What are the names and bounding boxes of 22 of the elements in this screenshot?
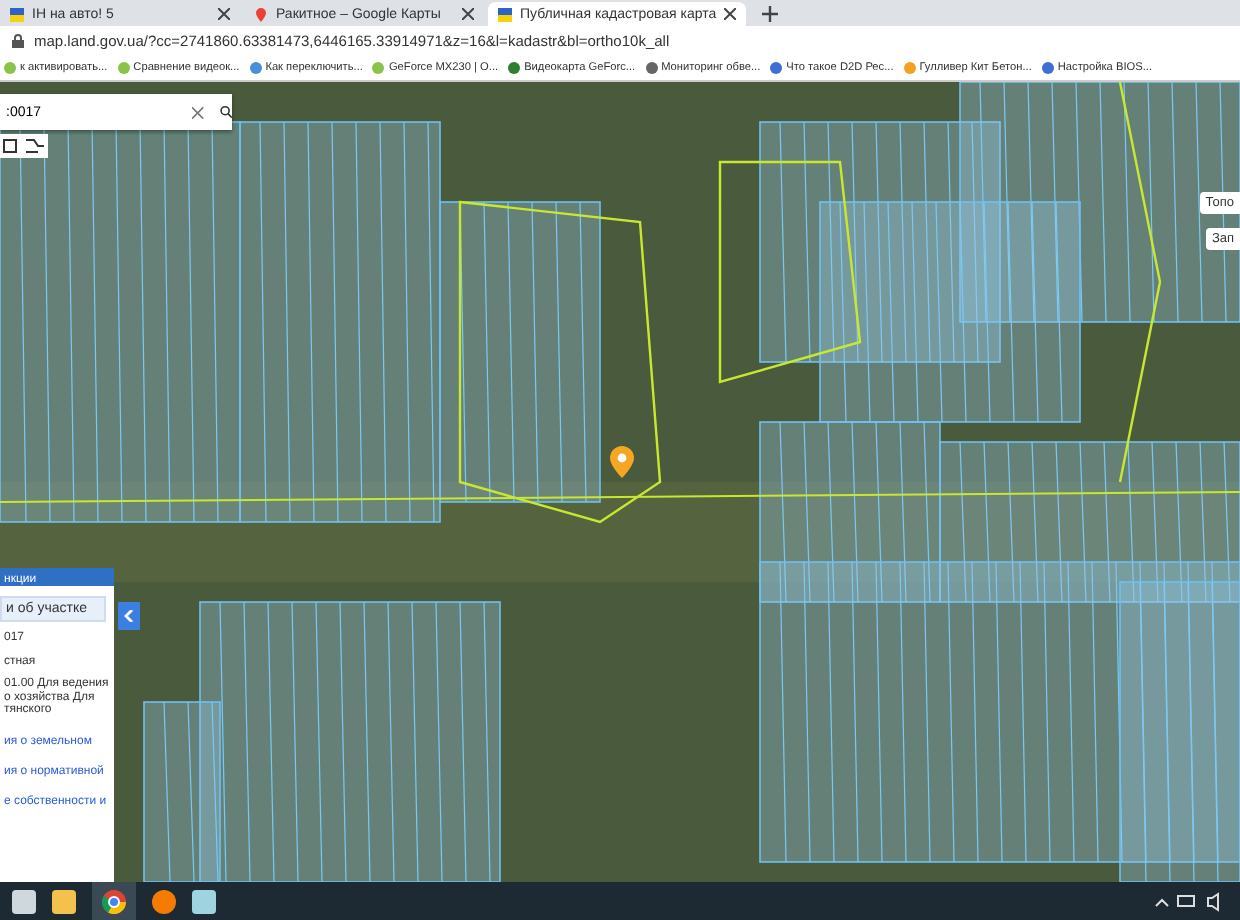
lock-icon[interactable]	[12, 34, 24, 48]
flag-icon	[10, 7, 24, 21]
land-parcel-group[interactable]	[819, 201, 1081, 423]
new-tab-icon[interactable]	[762, 6, 779, 22]
chevron-left-icon	[124, 610, 134, 622]
land-parcel-group[interactable]	[0, 121, 241, 523]
close-icon[interactable]	[724, 8, 737, 20]
close-icon[interactable]	[218, 8, 230, 20]
toolbar-icons-drawing[interactable]	[0, 134, 48, 158]
close-icon[interactable]	[462, 8, 474, 20]
browser-icon[interactable]	[102, 890, 126, 914]
clear-icon[interactable]	[192, 105, 204, 119]
land-parcel-group[interactable]	[759, 421, 941, 603]
land-parcel-group[interactable]	[1119, 581, 1240, 882]
land-parcel-group[interactable]	[439, 201, 601, 503]
flag-icon	[498, 7, 512, 21]
search-icon[interactable]	[219, 104, 232, 120]
pin-icon	[254, 7, 268, 21]
land-parcel-group[interactable]	[959, 82, 1240, 323]
location-pin-icon[interactable]	[610, 446, 634, 478]
land-parcel-group[interactable]	[939, 441, 1240, 603]
collapse-button[interactable]	[118, 602, 140, 630]
